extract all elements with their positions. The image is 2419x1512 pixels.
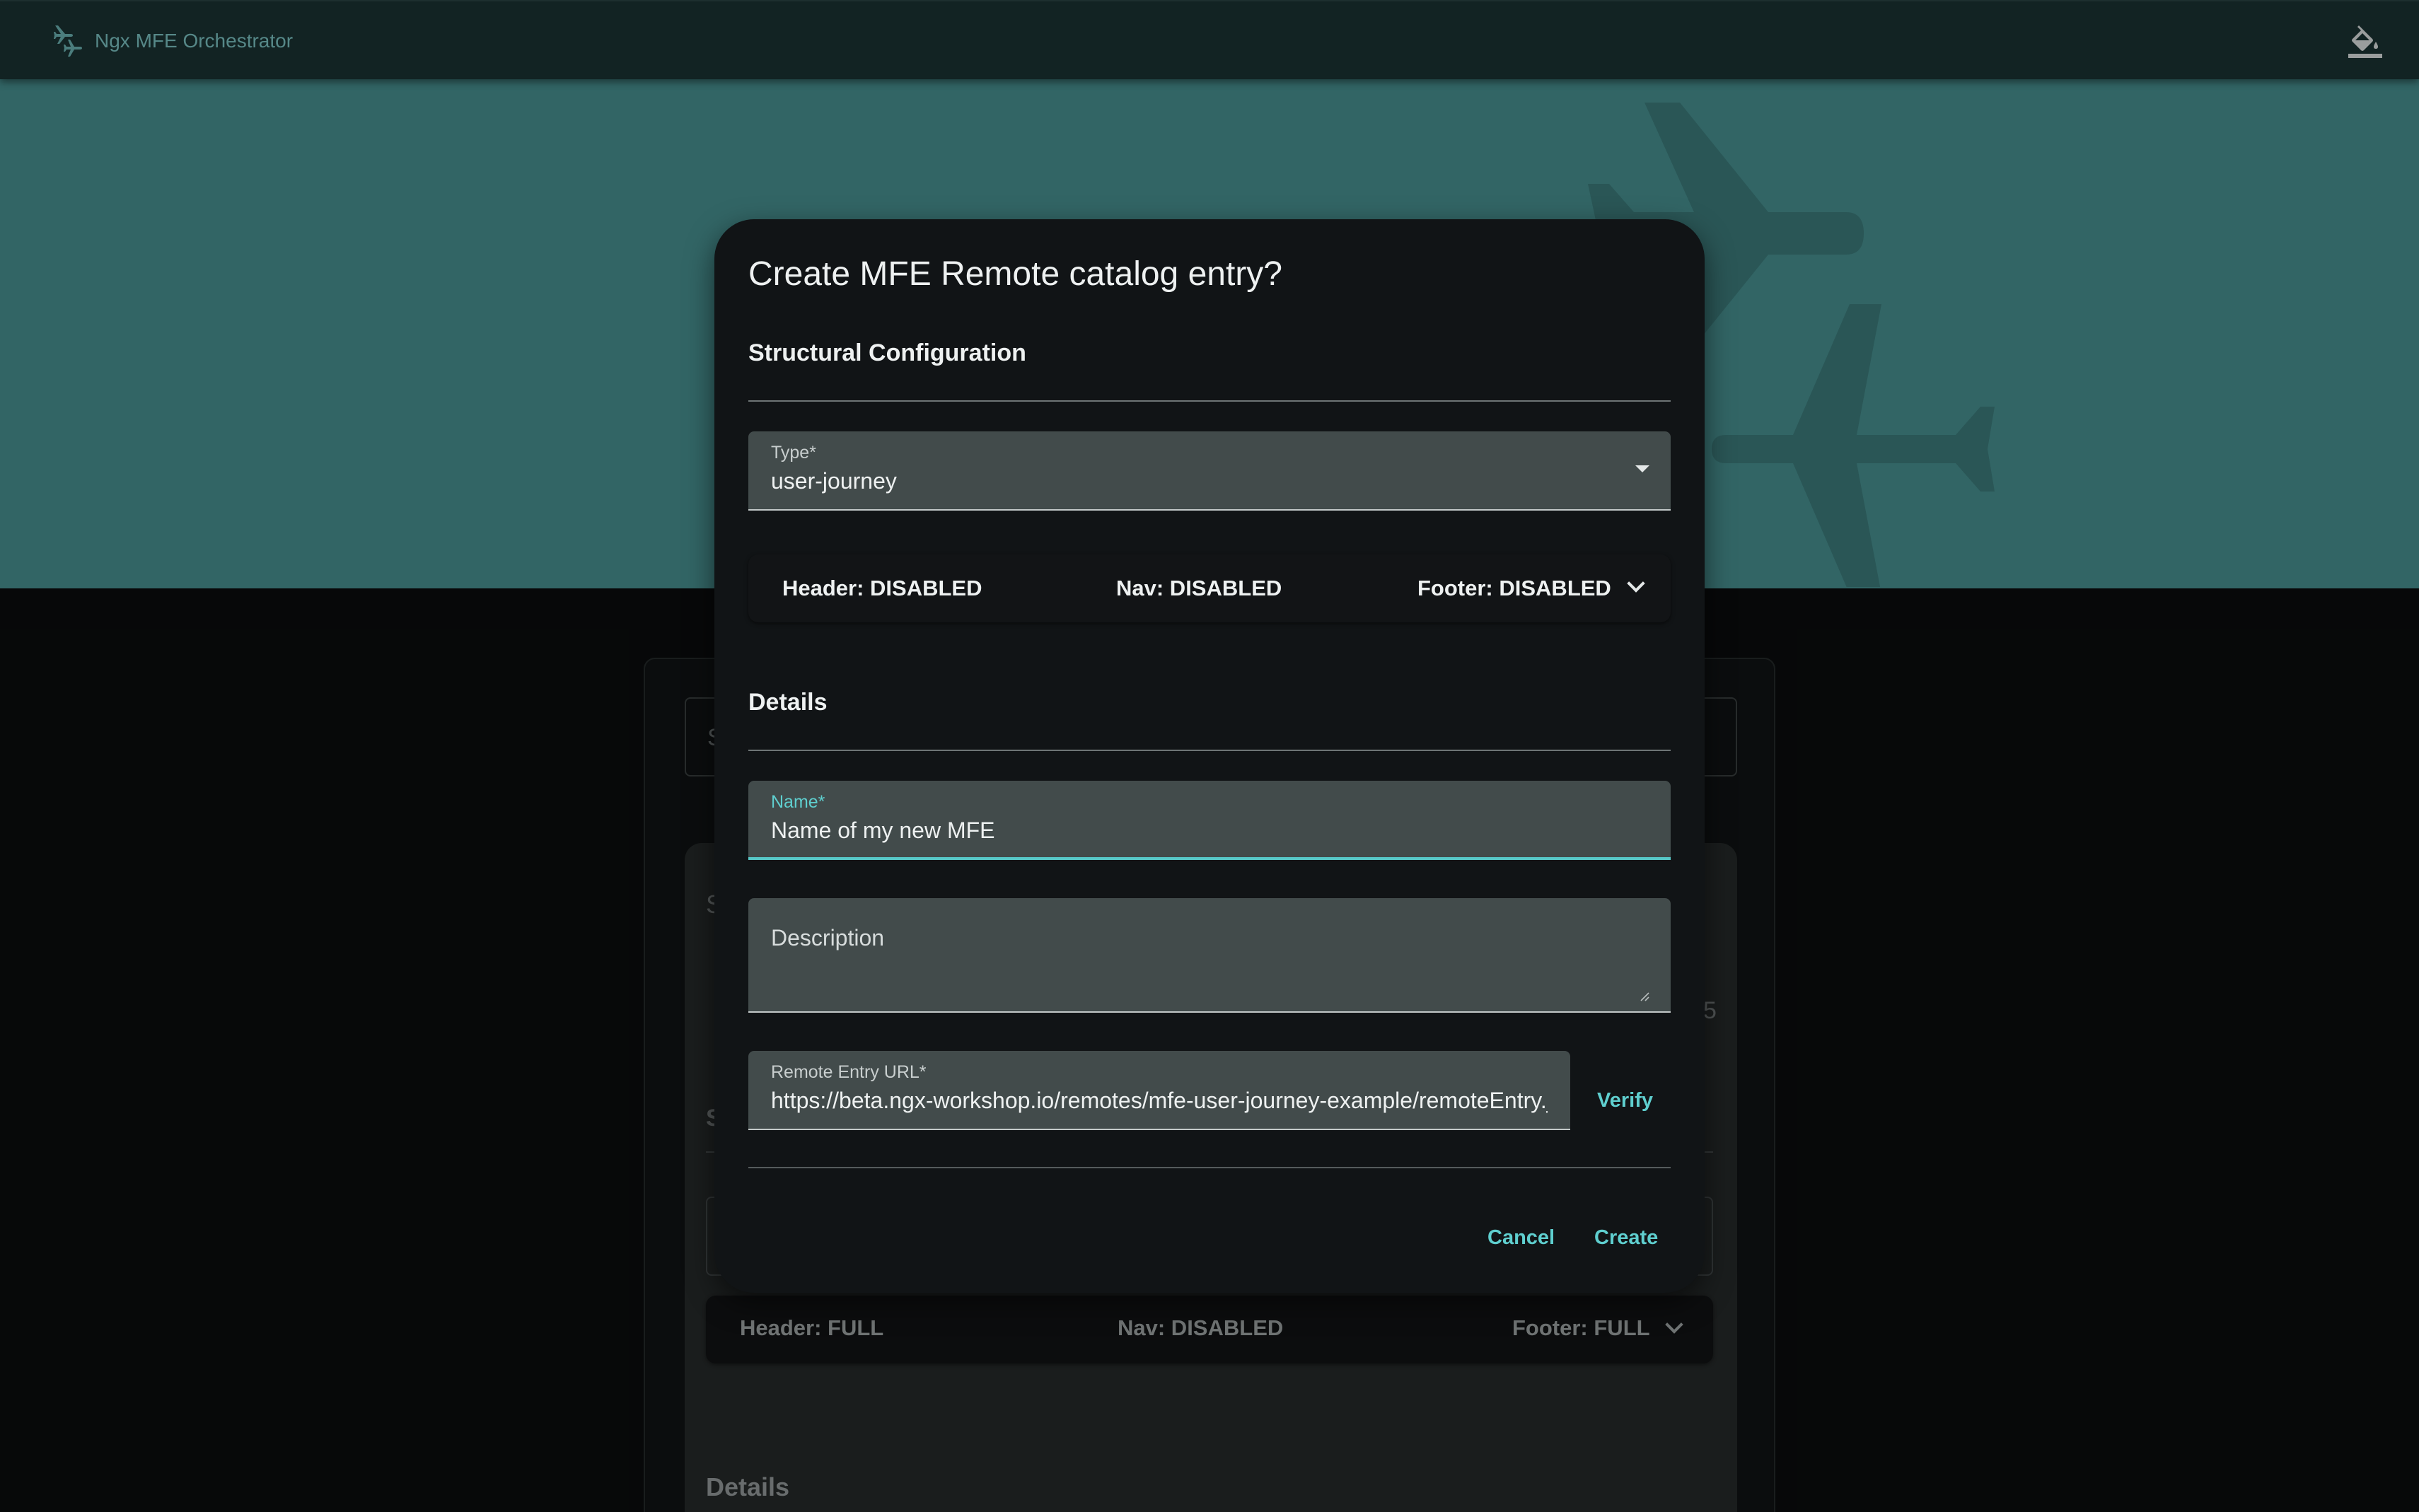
type-value: user-journey: [771, 468, 897, 494]
dialog-title: Create MFE Remote catalog entry?: [748, 255, 1282, 293]
type-label: Type*: [771, 443, 816, 463]
nav-status: Nav: DISABLED: [1116, 576, 1282, 600]
dropdown-arrow-icon: [1635, 465, 1649, 472]
name-field[interactable]: Name* Name of my new MFE: [748, 781, 1671, 860]
resize-grip-icon[interactable]: [1638, 990, 1649, 1001]
verify-button[interactable]: Verify: [1597, 1089, 1653, 1112]
section-divider: [748, 750, 1671, 751]
cancel-button[interactable]: Cancel: [1487, 1226, 1555, 1250]
create-mfe-dialog: Create MFE Remote catalog entry? Structu…: [714, 219, 1705, 1293]
description-input[interactable]: Description: [771, 925, 884, 951]
remote-entry-url-label: Remote Entry URL*: [771, 1062, 927, 1082]
description-field[interactable]: Description: [748, 898, 1671, 1013]
create-button[interactable]: Create: [1594, 1226, 1658, 1250]
name-input[interactable]: Name of my new MFE: [771, 818, 995, 844]
details-title: Details: [748, 689, 828, 716]
remote-entry-url-field[interactable]: Remote Entry URL* https://beta.ngx-works…: [748, 1051, 1570, 1130]
type-select[interactable]: Type* user-journey: [748, 431, 1671, 511]
chevron-down-icon: [1627, 574, 1645, 593]
remote-entry-url-input[interactable]: https://beta.ngx-workshop.io/remotes/mfe…: [771, 1088, 1548, 1114]
structural-configuration-title: Structural Configuration: [748, 339, 1026, 366]
section-divider: [748, 1167, 1671, 1168]
header-status: Header: DISABLED: [782, 576, 982, 600]
section-divider: [748, 400, 1671, 402]
layout-expansion-panel[interactable]: Header: DISABLED Nav: DISABLED Footer: D…: [748, 554, 1671, 622]
name-label: Name*: [771, 792, 825, 812]
footer-status: Footer: DISABLED: [1417, 576, 1611, 600]
